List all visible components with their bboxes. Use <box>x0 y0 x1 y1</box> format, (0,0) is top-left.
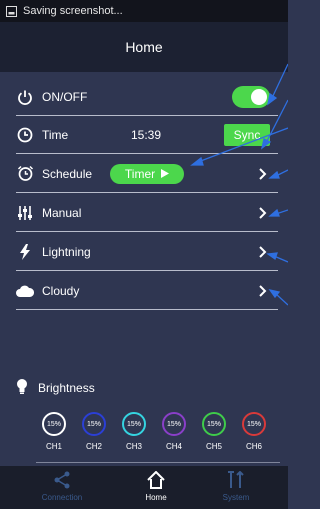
channel-name: CH1 <box>45 442 62 451</box>
timer-label: Timer <box>124 166 156 181</box>
row-time: Time 15:39 Sync <box>16 116 278 154</box>
channel-ring: 15% <box>82 412 106 436</box>
alarm-clock-icon <box>16 165 34 183</box>
tools-icon <box>206 470 266 490</box>
channel-ring: 15% <box>42 412 66 436</box>
chevron-right-icon[interactable] <box>258 167 268 180</box>
lightning-icon <box>16 243 34 261</box>
schedule-label: Schedule <box>42 166 93 181</box>
chevron-right-icon[interactable] <box>258 245 268 258</box>
channel-ch5[interactable]: 15% CH5 <box>200 412 228 451</box>
channel-ch4[interactable]: 15% CH4 <box>160 412 188 451</box>
clock-icon <box>16 126 34 144</box>
nav-label: System <box>222 493 250 502</box>
nav-label: Home <box>145 493 167 502</box>
chevron-right-icon[interactable] <box>258 206 268 219</box>
nav-label: Connection <box>41 493 83 502</box>
bottom-nav: Connection Home System <box>0 466 288 509</box>
channel-ring: 15% <box>242 412 266 436</box>
channel-name: CH5 <box>205 442 222 451</box>
brightness-label: Brightness <box>38 381 95 395</box>
channel-name: CH2 <box>85 442 102 451</box>
channel-ch6[interactable]: 15% CH6 <box>240 412 268 451</box>
status-text: Saving screenshot... <box>23 5 123 17</box>
divider <box>36 462 280 463</box>
time-label: Time <box>42 127 69 142</box>
power-toggle[interactable] <box>232 85 270 108</box>
row-cloudy[interactable]: Cloudy <box>16 272 278 310</box>
row-manual[interactable]: Manual <box>16 194 278 232</box>
onoff-label: ON/OFF <box>42 89 88 104</box>
play-icon <box>161 167 170 181</box>
channel-ring: 15% <box>122 412 146 436</box>
channel-ring: 15% <box>202 412 226 436</box>
page-title: Home <box>125 39 163 55</box>
timer-button[interactable]: Timer <box>110 163 184 184</box>
cloudy-label: Cloudy <box>42 283 80 298</box>
channel-name: CH4 <box>165 442 182 451</box>
power-icon <box>16 88 34 106</box>
share-icon <box>32 470 92 490</box>
channel-name: CH3 <box>125 442 142 451</box>
time-value: 15:39 <box>131 127 162 142</box>
lightning-label: Lightning <box>42 244 91 259</box>
channel-ch1[interactable]: 15% CH1 <box>40 412 68 451</box>
channel-ring: 15% <box>162 412 186 436</box>
channel-name: CH6 <box>245 442 262 451</box>
channel-ch2[interactable]: 15% CH2 <box>80 412 108 451</box>
channel-ch3[interactable]: 15% CH3 <box>120 412 148 451</box>
nav-home[interactable]: Home <box>126 470 186 502</box>
home-icon <box>126 470 186 490</box>
cloud-icon <box>16 282 34 300</box>
sliders-icon <box>16 204 34 222</box>
row-onoff: ON/OFF <box>16 78 278 116</box>
row-schedule[interactable]: Schedule Timer <box>16 155 278 193</box>
app-header: Home <box>0 22 288 72</box>
brightness-header: Brightness <box>16 378 95 398</box>
nav-connection[interactable]: Connection <box>32 470 92 502</box>
bulb-icon <box>16 378 28 399</box>
nav-system[interactable]: System <box>206 470 266 502</box>
status-bar: Saving screenshot... <box>0 0 288 22</box>
manual-label: Manual <box>42 205 82 220</box>
row-lightning[interactable]: Lightning <box>16 233 278 271</box>
channel-list: 15% CH1 15% CH2 15% CH3 15% CH4 15% CH5 … <box>40 412 274 456</box>
screenshot-icon <box>6 5 17 17</box>
sync-button[interactable]: Sync <box>224 123 270 146</box>
toggle-knob <box>251 88 267 105</box>
chevron-right-icon[interactable] <box>258 284 268 297</box>
